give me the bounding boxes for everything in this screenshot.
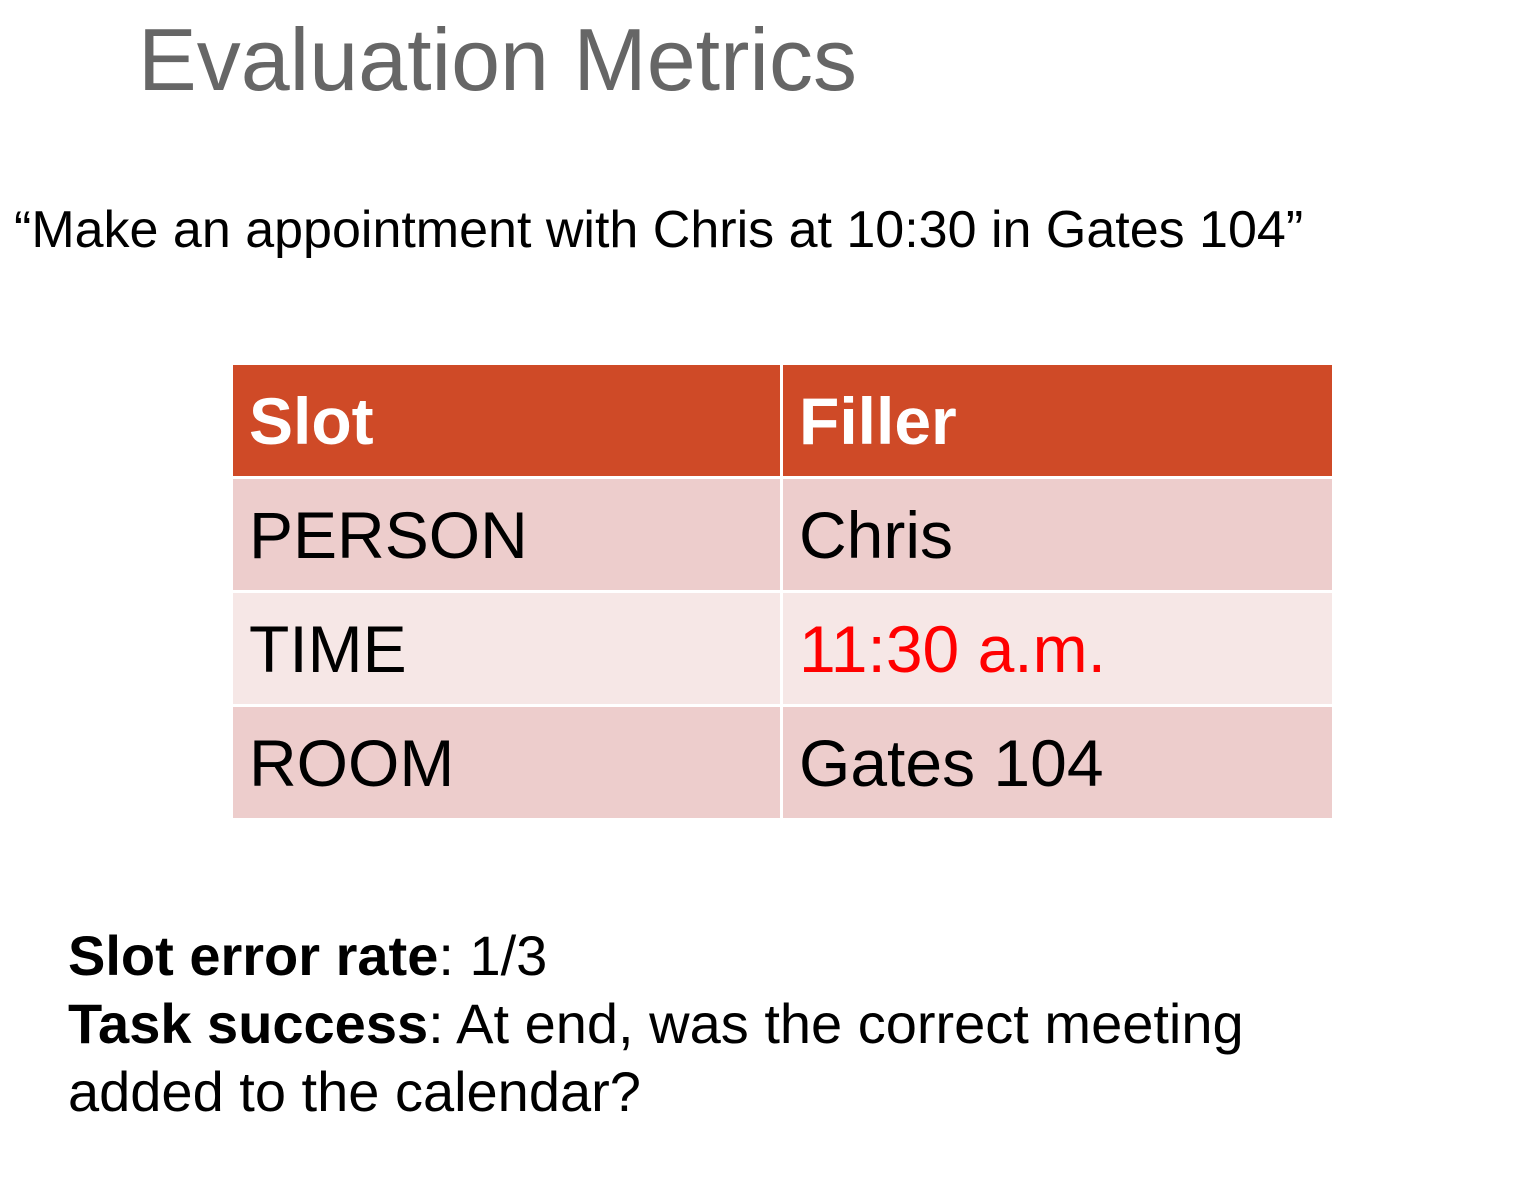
filler-cell: Chris (780, 476, 1335, 593)
slot-cell: PERSON (230, 476, 783, 593)
header-filler: Filler (780, 362, 1335, 479)
slot-cell: TIME (230, 590, 783, 707)
slide-title: Evaluation Metrics (138, 10, 857, 109)
slot-cell: ROOM (230, 704, 783, 821)
task-success-line-2: added to the calendar? (68, 1060, 641, 1123)
slot-filler-table: Slot Filler PERSON Chris TIME 11:30 a.m.… (230, 362, 1335, 821)
task-success-label: Task success (68, 992, 429, 1055)
metrics-notes: Slot error rate: 1/3 Task success: At en… (68, 922, 1488, 1126)
header-slot: Slot (230, 362, 783, 479)
task-success-line: Task success: At end, was the correct me… (68, 990, 1488, 1058)
table-row: ROOM Gates 104 (230, 704, 1335, 821)
table-row: PERSON Chris (230, 476, 1335, 593)
filler-cell: Gates 104 (780, 704, 1335, 821)
slot-error-line: Slot error rate: 1/3 (68, 922, 1488, 990)
example-utterance: “Make an appointment with Chris at 10:30… (14, 201, 1304, 259)
task-success-text: : At end, was the correct meeting (428, 992, 1244, 1055)
slot-error-label: Slot error rate (68, 924, 439, 987)
table-header-row: Slot Filler (230, 362, 1335, 479)
slot-error-value: : 1/3 (438, 924, 548, 987)
filler-cell-error: 11:30 a.m. (780, 590, 1335, 707)
table-row: TIME 11:30 a.m. (230, 590, 1335, 707)
